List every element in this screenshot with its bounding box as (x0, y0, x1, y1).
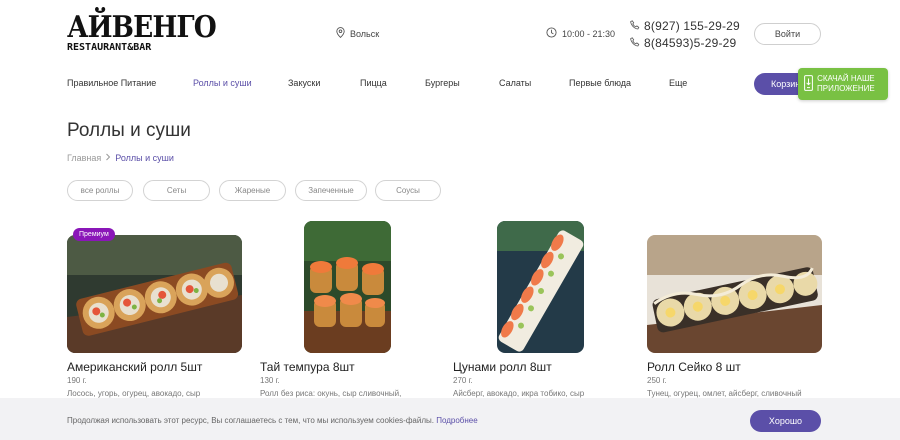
breadcrumb-current: Роллы и суши (115, 153, 174, 163)
nav-item-pizza[interactable]: Пицца (360, 78, 387, 88)
nav-item-healthy-food[interactable]: Правильное Питание (67, 78, 156, 88)
working-hours: 10:00 - 21:30 (546, 27, 615, 40)
chevron-right-icon (105, 153, 111, 163)
cookie-message: Продолжая использовать этот ресурс, Вы с… (67, 416, 434, 425)
logo[interactable]: АЙВЕНГО RESTAURANT&BAR (67, 10, 217, 60)
filter-chip-baked[interactable]: Запеченные (295, 180, 367, 201)
phone-icon (630, 19, 640, 33)
city-label: Вольск (350, 28, 380, 39)
filter-chip-sauces[interactable]: Соусы (375, 180, 441, 201)
product-description: Лосось, угорь, огурец, авокадо, сыр (67, 389, 201, 398)
breadcrumb-home[interactable]: Главная (67, 153, 101, 163)
app-badge-line-1: СКАЧАЙ НАШЕ (817, 74, 875, 83)
product-image[interactable] (304, 221, 391, 353)
cookie-accept-button[interactable]: Хорошо (750, 410, 821, 432)
product-weight: 270 г. (453, 376, 473, 385)
phone-number-2: 8(84593)5-29-29 (644, 36, 737, 50)
clock-icon (546, 27, 557, 40)
app-badge-text: СКАЧАЙ НАШЕ ПРИЛОЖЕНИЕ (817, 74, 875, 94)
nav-item-rolls-sushi[interactable]: Роллы и суши (193, 78, 252, 88)
product-title[interactable]: Тай темпура 8шт (260, 360, 355, 374)
product-title[interactable]: Ролл Сейко 8 шт (647, 360, 741, 374)
breadcrumb: Главная Роллы и суши (67, 153, 174, 163)
product-weight: 130 г. (260, 376, 280, 385)
nav-item-first-courses[interactable]: Первые блюда (569, 78, 631, 88)
phone-icon (630, 36, 640, 50)
login-button[interactable]: Войти (754, 23, 821, 45)
product-image[interactable] (497, 221, 584, 353)
product-weight: 190 г. (67, 376, 87, 385)
phone-number-1: 8(927) 155-29-29 (644, 19, 740, 33)
filter-chip-sets[interactable]: Сеты (143, 180, 210, 201)
cookie-more-link[interactable]: Подробнее (436, 416, 478, 425)
nav-item-salads[interactable]: Салаты (499, 78, 531, 88)
phone-list: 8(927) 155-29-29 8(84593)5-29-29 (630, 18, 740, 52)
download-app-badge[interactable]: СКАЧАЙ НАШЕ ПРИЛОЖЕНИЕ (798, 68, 888, 100)
nav-item-more[interactable]: Еще (669, 78, 687, 88)
location-pin-icon (336, 27, 345, 40)
premium-badge: Премиум (73, 228, 115, 241)
phone-link-1[interactable]: 8(927) 155-29-29 (630, 18, 740, 34)
cookie-text: Продолжая использовать этот ресурс, Вы с… (67, 416, 478, 425)
product-weight: 250 г. (647, 376, 667, 385)
page-title: Роллы и суши (67, 120, 191, 141)
phone-link-2[interactable]: 8(84593)5-29-29 (630, 35, 740, 51)
product-description: Тунец, огурец, омлет, айсберг, сливочный (647, 389, 802, 398)
product-description: Ролл без риса: окунь, сыр сливочный, (260, 389, 402, 398)
product-description: Айсберг, авокадо, икра тобико, сыр (453, 389, 585, 398)
city-selector[interactable]: Вольск (336, 27, 379, 40)
nav-item-burgers[interactable]: Бургеры (425, 78, 460, 88)
filter-chip-all-rolls[interactable]: все роллы (67, 180, 133, 201)
product-title[interactable]: Американский ролл 5шт (67, 360, 202, 374)
logo-main-text: АЙВЕНГО (67, 10, 217, 45)
product-title[interactable]: Цунами ролл 8шт (453, 360, 552, 374)
phone-download-icon (804, 74, 813, 94)
hours-label: 10:00 - 21:30 (562, 28, 616, 39)
app-badge-line-2: ПРИЛОЖЕНИЕ (817, 84, 875, 93)
product-image[interactable] (67, 235, 242, 353)
nav-item-snacks[interactable]: Закуски (288, 78, 320, 88)
cookie-banner: Продолжая использовать этот ресурс, Вы с… (0, 398, 900, 440)
filter-chip-fried[interactable]: Жареные (219, 180, 286, 201)
product-image[interactable] (647, 235, 822, 353)
